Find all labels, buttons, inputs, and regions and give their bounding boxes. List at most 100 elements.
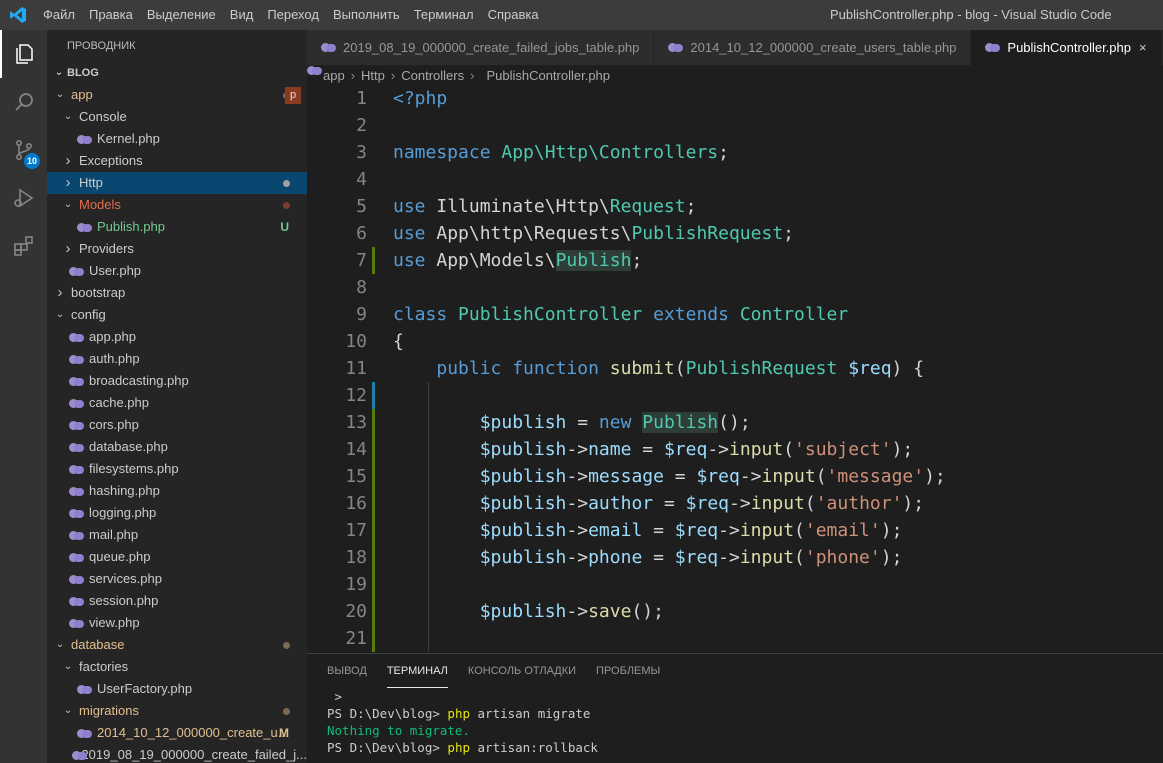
tree-file[interactable]: 2014_10_12_000000_create_u... M (47, 722, 307, 744)
menu-item[interactable]: Терминал (407, 0, 481, 30)
menu-item[interactable]: Переход (260, 0, 326, 30)
code-text: <?php (393, 85, 447, 112)
editor-tab[interactable]: 2014_10_12_000000_create_users_table.php (654, 30, 972, 65)
panel-tab[interactable]: ВЫВОД (327, 654, 367, 688)
tree-file[interactable]: cache.php (47, 392, 307, 414)
tree-item-label: User.php (89, 263, 142, 278)
code-token: ( (794, 547, 805, 568)
code-editor[interactable]: 1 <?php 2 3 namespace App\Http\Controllers; 4… (307, 85, 1163, 653)
panel-tab[interactable]: КОНСОЛЬ ОТЛАДКИ (468, 654, 576, 688)
menu-item[interactable]: Файл (36, 0, 82, 30)
code-line: 15 $publish->message = $req->input('mess… (307, 463, 1163, 490)
menu-item[interactable]: Правка (82, 0, 140, 30)
line-number: 11 (345, 358, 367, 379)
code-token: <?php (393, 88, 448, 109)
breadcrumb-item[interactable]: Controllers (401, 68, 464, 83)
code-line: 1 <?php (307, 85, 1163, 112)
tree-file[interactable]: services.php (47, 568, 307, 590)
line-number: 1 (356, 88, 367, 109)
tree-file[interactable]: broadcasting.php (47, 370, 307, 392)
extensions-icon[interactable] (0, 222, 47, 270)
breadcrumb-item[interactable]: PublishController.php (486, 68, 610, 83)
code-line: 7 use App\Models\Publish; (307, 247, 1163, 274)
chevron-right-icon: › (57, 284, 63, 301)
code-token: ; (718, 142, 729, 163)
tree-file[interactable]: cors.php (47, 414, 307, 436)
tree-file[interactable]: Kernel.php (47, 128, 307, 150)
close-icon[interactable]: × (1139, 40, 1147, 55)
code-line: 18 $publish->phone = $req->input('phone'… (307, 544, 1163, 571)
tree-folder[interactable]: › Exceptions (47, 150, 307, 172)
php-file-icon (69, 332, 85, 343)
panel-tab[interactable]: ПРОБЛЕМЫ (596, 654, 660, 688)
chevron-down-icon: ⌄ (54, 67, 64, 78)
breadcrumb-item[interactable]: Http (361, 68, 385, 83)
code-token: PublishRequest (631, 223, 784, 244)
tree-folder[interactable]: ⌄ Models (47, 194, 307, 216)
search-icon[interactable] (0, 78, 47, 126)
tree-folder[interactable]: ⌄ app p (47, 84, 307, 106)
menu-item[interactable]: Выполнить (326, 0, 407, 30)
php-file-icon (985, 42, 1001, 53)
tree-file[interactable]: auth.php (47, 348, 307, 370)
chevron-down-icon: ⌄ (63, 199, 73, 210)
code-text: $publish->phone = $req->input('phone'); (393, 544, 903, 571)
code-token: class (393, 304, 459, 325)
tree-file[interactable]: app.php (47, 326, 307, 348)
tree-file[interactable]: session.php (47, 590, 307, 612)
code-line: 2 (307, 112, 1163, 139)
tree-item-label: Exceptions (79, 153, 143, 168)
code-token: $publish (479, 493, 567, 514)
terminal-line: PS D:\Dev\blog> php artisan:rollback (307, 739, 1163, 756)
tree-folder[interactable]: ⌄ migrations (47, 700, 307, 722)
tree-folder[interactable]: ⌄ Console (47, 106, 307, 128)
code-token: App\http\Requests\ (436, 223, 632, 244)
tree-folder[interactable]: ⌄ factories (47, 656, 307, 678)
tree-file[interactable]: logging.php (47, 502, 307, 524)
code-token: $req (685, 493, 729, 514)
terminal-line: Nothing to migrate. (307, 722, 1163, 739)
editor-tab[interactable]: 2019_08_19_000000_create_failed_jobs_tab… (307, 30, 655, 65)
code-token: -> (566, 601, 589, 622)
tree-file[interactable]: 2019_08_19_000000_create_failed_j... (47, 744, 307, 763)
tree-folder[interactable]: › bootstrap (47, 282, 307, 304)
workspace-section-header[interactable]: ⌄ BLOG (47, 62, 307, 84)
menu-item[interactable]: Выделение (140, 0, 223, 30)
code-token: -> (739, 466, 762, 487)
tree-folder[interactable]: ⌄ database (47, 634, 307, 656)
tree-file[interactable]: queue.php (47, 546, 307, 568)
tree-item-label: Providers (79, 241, 134, 256)
explorer-icon[interactable] (0, 30, 47, 78)
tree-file[interactable]: Publish.php U (47, 216, 307, 238)
run-debug-icon[interactable] (0, 174, 47, 222)
editor-tab[interactable]: PublishController.php × (971, 30, 1162, 65)
breadcrumb-item[interactable]: app (323, 68, 345, 83)
tree-file[interactable]: view.php (47, 612, 307, 634)
code-token: input (739, 520, 795, 541)
tree-folder[interactable]: › Http (47, 172, 307, 194)
php-file-icon (69, 376, 85, 387)
tree-folder[interactable]: › Providers (47, 238, 307, 260)
source-control-icon[interactable]: 10 (0, 126, 47, 174)
chevron-down-icon: ⌄ (63, 111, 73, 122)
tree-file[interactable]: User.php (47, 260, 307, 282)
tree-file[interactable]: filesystems.php (47, 458, 307, 480)
tree-file[interactable]: UserFactory.php (47, 678, 307, 700)
tree-file[interactable]: hashing.php (47, 480, 307, 502)
code-token: ; (631, 250, 643, 271)
php-file-icon (69, 596, 85, 607)
tree-folder[interactable]: ⌄ config (47, 304, 307, 326)
terminal-output[interactable]: > PS D:\Dev\blog> php artisan migrate Not… (307, 688, 1163, 756)
scm-badge: 10 (24, 153, 40, 169)
tree-item-label: database (71, 637, 125, 652)
menu-item[interactable]: Вид (223, 0, 261, 30)
tree-file[interactable]: database.php (47, 436, 307, 458)
tree-item-label: config (71, 307, 106, 322)
panel-tab[interactable]: ТЕРМИНАЛ (386, 654, 448, 688)
tree-file[interactable]: mail.php (47, 524, 307, 546)
git-status-dot (283, 642, 290, 649)
tree-item-label: factories (79, 659, 129, 674)
menu-item[interactable]: Справка (481, 0, 546, 30)
